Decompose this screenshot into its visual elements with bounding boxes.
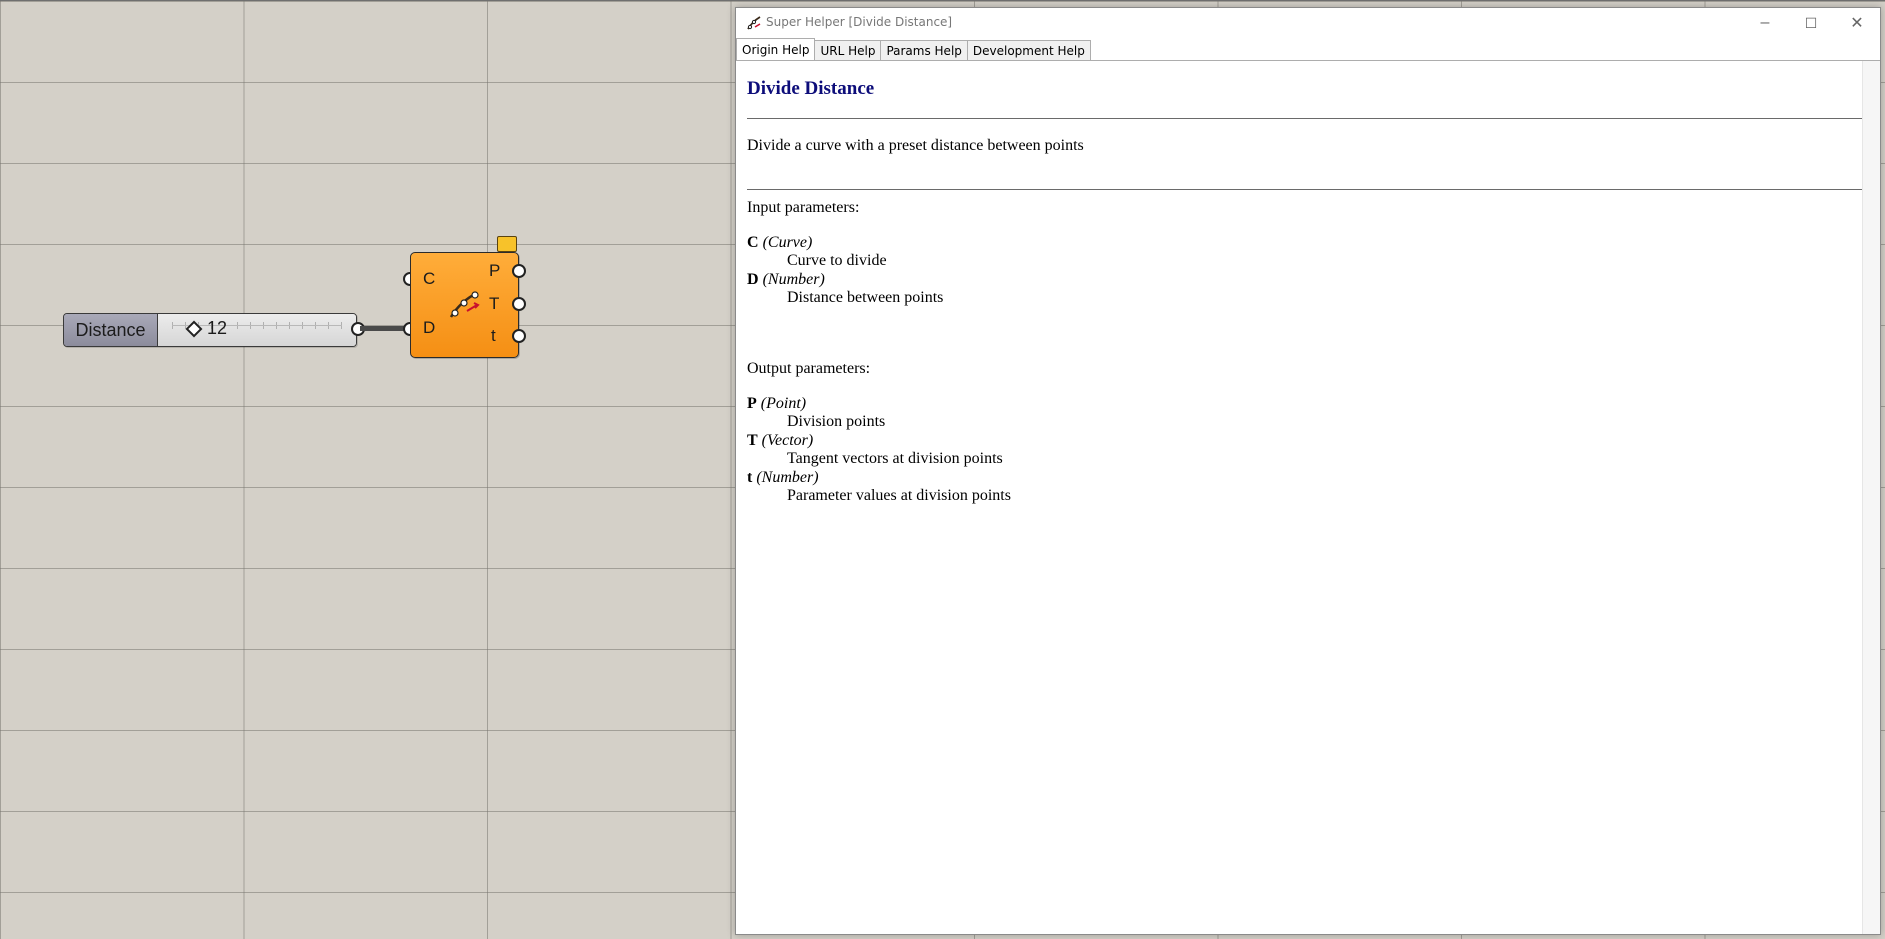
output-type: (Number)	[756, 469, 819, 486]
output-port-p[interactable]	[512, 264, 526, 278]
output-desc: Tangent vectors at division points	[787, 450, 1003, 467]
input-param-c: C (Curve)	[747, 234, 812, 252]
outputs-heading: Output parameters:	[747, 360, 871, 377]
output-param-t-lower: t (Number)	[747, 469, 819, 487]
input-label-d: D	[423, 318, 436, 337]
input-label-c: C	[423, 269, 436, 288]
output-code: T	[747, 432, 758, 449]
input-type: (Curve)	[762, 234, 813, 251]
vertical-scrollbar[interactable]	[1862, 61, 1880, 934]
inputs-heading: Input parameters:	[747, 199, 860, 216]
maximize-button[interactable]: ☐	[1788, 8, 1834, 38]
output-desc: Parameter values at division points	[787, 487, 1011, 504]
output-type: (Point)	[760, 395, 807, 412]
tab-origin-help[interactable]: Origin Help	[736, 38, 816, 60]
slider-label: Distance	[64, 314, 158, 346]
input-desc: Distance between points	[787, 289, 944, 306]
input-code: D	[747, 271, 759, 288]
tab-url-help[interactable]: URL Help	[814, 40, 882, 60]
minimize-button[interactable]: –	[1742, 8, 1788, 38]
divide-distance-component[interactable]: C D P T t	[410, 252, 519, 358]
output-port-t-lower[interactable]	[512, 329, 526, 343]
window-titlebar[interactable]: Super Helper [Divide Distance] – ☐ ✕	[736, 8, 1880, 38]
divider-top	[747, 118, 1869, 119]
output-port-t-upper[interactable]	[512, 297, 526, 311]
divider-middle	[747, 189, 1869, 190]
app-icon	[747, 16, 761, 30]
help-description: Divide a curve with a preset distance be…	[747, 137, 1084, 154]
input-param-d: D (Number)	[747, 271, 825, 289]
tab-strip: Origin Help URL Help Params Help Develop…	[736, 38, 1091, 61]
input-type: (Number)	[762, 271, 825, 288]
output-param-t-upper: T (Vector)	[747, 432, 813, 450]
slider-value: 12	[207, 318, 228, 338]
close-button[interactable]: ✕	[1834, 8, 1880, 38]
input-code: C	[747, 234, 759, 251]
tab-divider	[736, 60, 1880, 61]
window-title: Super Helper [Divide Distance]	[766, 15, 953, 29]
distance-number-slider[interactable]: Distance 12	[63, 313, 357, 347]
output-type: (Vector)	[761, 432, 814, 449]
tab-params-help[interactable]: Params Help	[880, 40, 968, 60]
tab-development-help[interactable]: Development Help	[966, 40, 1091, 60]
help-title: Divide Distance	[747, 78, 875, 99]
input-desc: Curve to divide	[787, 252, 887, 269]
output-label-t-upper: T	[489, 294, 500, 313]
output-label-t-lower: t	[491, 326, 496, 345]
divide-distance-icon	[449, 291, 480, 318]
output-desc: Division points	[787, 413, 886, 430]
output-code: t	[747, 469, 753, 486]
output-param-p: P (Point)	[747, 395, 806, 413]
super-helper-window: Super Helper [Divide Distance] – ☐ ✕ Ori…	[735, 7, 1881, 935]
component-preview-badge	[497, 236, 517, 252]
output-code: P	[747, 395, 757, 412]
slider-track[interactable]: 12	[158, 314, 356, 346]
output-label-p: P	[489, 261, 501, 280]
